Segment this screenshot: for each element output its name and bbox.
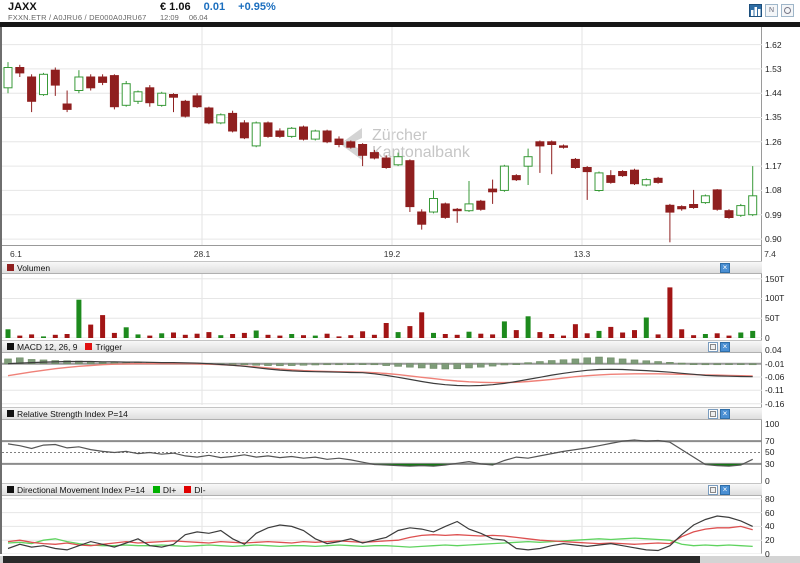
- close-icon[interactable]: ×: [720, 409, 730, 419]
- y-axis-label: 60: [765, 508, 774, 518]
- instrument-symbol: JAXX: [8, 2, 147, 13]
- dmi-panel-buttons: ×: [708, 485, 730, 495]
- rsi-panel-title: Relative Strength Index P=14: [17, 409, 128, 419]
- info-circle-glyph: [784, 7, 791, 14]
- close-icon[interactable]: ×: [720, 342, 730, 352]
- y-axis-label: -0.06: [765, 372, 784, 382]
- x-axis-label: 13.3: [562, 249, 602, 259]
- y-axis-label: 0.99: [765, 210, 782, 220]
- y-axis-label: 1.17: [765, 161, 782, 171]
- macd-legend-swatch: [7, 343, 14, 350]
- price-candlestick-chart: [2, 27, 762, 245]
- rsi-panel-header: Relative Strength Index P=14 ×: [2, 407, 762, 420]
- info-icon[interactable]: [781, 4, 794, 17]
- y-axis-label: 0: [765, 333, 770, 343]
- news-icon[interactable]: N: [765, 4, 778, 17]
- x-axis-label: 28.1: [182, 249, 222, 259]
- scrollbar-thumb[interactable]: [3, 556, 700, 563]
- di-minus-legend-swatch: [184, 486, 191, 493]
- price-change-pct: +0.95%: [238, 1, 276, 13]
- y-axis-label: -0.11: [765, 385, 784, 395]
- y-axis-label: 0.90: [765, 234, 782, 244]
- di-minus-legend-label: DI-: [194, 485, 205, 495]
- y-axis-label: 0.04: [765, 345, 782, 355]
- di-plus-legend-label: DI+: [163, 485, 176, 495]
- close-icon[interactable]: ×: [720, 485, 730, 495]
- quote-time: 12:09: [160, 13, 179, 22]
- y-axis-label: 150T: [765, 274, 784, 284]
- y-axis-label: 1.08: [765, 185, 782, 195]
- dmi-panel-title: Directional Movement Index P=14: [17, 485, 145, 495]
- bar-chart-icon[interactable]: [749, 4, 762, 17]
- quote-date: 06.04: [189, 13, 208, 22]
- stock-chart-window: JAXX FXXN.ETR / A0JRU6 / DE000A0JRU67 € …: [0, 0, 800, 563]
- volume-panel-title: Volumen: [17, 263, 50, 273]
- dmi-chart: [2, 496, 762, 554]
- y-axis-label: 100T: [765, 293, 784, 303]
- bar-chart-glyph: [751, 6, 761, 16]
- y-axis-label: 50T: [765, 313, 780, 323]
- quote-block: € 1.06 0.01 +0.95% 12:09 06.04: [160, 2, 276, 22]
- header-toolbar: N: [749, 4, 794, 17]
- di-plus-legend-swatch: [153, 486, 160, 493]
- trigger-legend-label: Trigger: [95, 342, 122, 352]
- price-change-abs: 0.01: [204, 1, 225, 13]
- y-axis-label: 1.53: [765, 64, 782, 74]
- rsi-chart: [2, 420, 762, 481]
- x-axis-label: 19.2: [372, 249, 412, 259]
- macd-panel-header: MACD 12, 26, 9 Trigger ×: [2, 340, 762, 353]
- volume-legend-swatch: [7, 264, 14, 271]
- y-axis-label: 1.35: [765, 112, 782, 122]
- y-axis-label: 0: [765, 549, 770, 559]
- last-price: € 1.06: [160, 1, 191, 13]
- y-axis-label: 70: [765, 436, 774, 446]
- dmi-panel-header: Directional Movement Index P=14 DI+ DI- …: [2, 483, 762, 496]
- restore-icon[interactable]: [708, 485, 718, 495]
- volume-panel-buttons: ×: [720, 263, 730, 273]
- close-icon[interactable]: ×: [720, 263, 730, 273]
- macd-chart: [2, 353, 762, 405]
- x-axis-label: 6.1: [10, 249, 22, 259]
- horizontal-scrollbar[interactable]: [0, 556, 800, 563]
- y-axis-label: -0.16: [765, 399, 784, 409]
- y-axis-label: 80: [765, 494, 774, 504]
- y-axis-label: 40: [765, 521, 774, 531]
- header-bar: JAXX FXXN.ETR / A0JRU6 / DE000A0JRU67 € …: [0, 0, 800, 22]
- y-axis-label: 1.62: [765, 40, 782, 50]
- restore-icon[interactable]: [708, 409, 718, 419]
- restore-icon[interactable]: [708, 342, 718, 352]
- macd-panel-buttons: ×: [708, 342, 730, 352]
- rsi-panel-buttons: ×: [708, 409, 730, 419]
- trigger-legend-swatch: [85, 343, 92, 350]
- instrument-block: JAXX FXXN.ETR / A0JRU6 / DE000A0JRU67: [8, 2, 147, 22]
- dmi-legend-swatch: [7, 486, 14, 493]
- volume-bar-chart: [2, 274, 762, 338]
- y-axis-label: -0.01: [765, 359, 784, 369]
- rsi-legend-swatch: [7, 410, 14, 417]
- y-axis-label: 30: [765, 459, 774, 469]
- y-axis-label: 0: [765, 476, 770, 486]
- y-axis-label: 50: [765, 447, 774, 457]
- y-axis-label: 100: [765, 419, 779, 429]
- x-axis: 6.128.119.213.37.4: [2, 245, 762, 262]
- instrument-identifiers: FXXN.ETR / A0JRU6 / DE000A0JRU67: [8, 13, 147, 22]
- volume-panel-header: Volumen ×: [2, 261, 762, 274]
- x-axis-label: 7.4: [750, 249, 790, 259]
- y-axis-label: 1.44: [765, 88, 782, 98]
- y-axis-label: 20: [765, 535, 774, 545]
- macd-panel-title: MACD 12, 26, 9: [17, 342, 77, 352]
- y-axis-label: 1.26: [765, 137, 782, 147]
